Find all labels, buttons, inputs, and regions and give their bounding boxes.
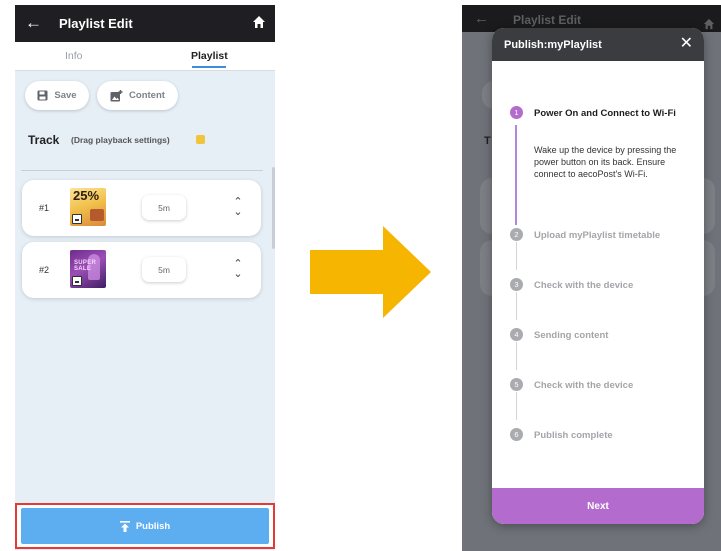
info-badge-icon[interactable]: [196, 135, 205, 144]
back-arrow-icon[interactable]: ←: [25, 13, 42, 33]
background-heading: T: [484, 135, 491, 147]
floppy-disk-icon: [37, 90, 48, 101]
step-number: 4: [510, 328, 523, 341]
publish-dialog: Publish:myPlaylist ✕ 1 Power On and Conn…: [492, 28, 704, 524]
image-type-icon: [72, 214, 82, 224]
divider: [21, 170, 263, 171]
track-row[interactable]: #2 SUPER SALE 5m ⌃ ⌄: [22, 242, 261, 298]
step-description: Wake up the device by pressing the power…: [534, 145, 677, 179]
step-number: 1: [510, 106, 523, 119]
publish-highlight-box: Publish: [15, 503, 275, 549]
add-content-button[interactable]: Content: [97, 81, 178, 110]
step-connector: [516, 242, 517, 270]
tab-info[interactable]: Info: [65, 50, 83, 62]
transition-arrow-icon: [310, 226, 431, 318]
step-label: Check with the device: [534, 280, 634, 291]
app-bar: ← Playlist Edit: [15, 5, 275, 42]
step-number: 3: [510, 278, 523, 291]
tab-playlist[interactable]: Playlist: [191, 50, 228, 62]
close-icon[interactable]: ✕: [680, 35, 693, 53]
track-number: #2: [39, 265, 50, 275]
thumbnail-text: 25%: [73, 188, 100, 203]
thumbnail-graphic: [90, 209, 104, 221]
chevron-up-down-icon[interactable]: ⌃ ⌄: [232, 259, 244, 280]
step-connector: [516, 392, 517, 420]
track-number: #1: [39, 203, 50, 213]
step-label: Check with the device: [534, 380, 634, 391]
track-thumbnail[interactable]: 25%: [70, 188, 106, 226]
step-number: 2: [510, 228, 523, 241]
add-image-icon: [110, 89, 123, 101]
track-row[interactable]: #1 25% 5m ⌃ ⌄: [22, 180, 261, 236]
save-button[interactable]: Save: [25, 81, 89, 110]
publish-button-label: Publish: [135, 520, 171, 532]
step-number: 6: [510, 428, 523, 441]
publish-dialog-screen: ← Playlist Edit T Publish:myPlaylist ✕ 1…: [462, 5, 721, 551]
tab-bar: Info Playlist: [15, 42, 275, 71]
tab-active-indicator: [192, 66, 226, 68]
step-label: Sending content: [534, 330, 609, 341]
publish-button[interactable]: Publish: [21, 508, 269, 544]
home-icon[interactable]: [252, 15, 266, 29]
track-thumbnail[interactable]: SUPER SALE: [70, 250, 106, 288]
chevron-up-down-icon[interactable]: ⌃ ⌄: [232, 197, 244, 218]
step-label: Upload myPlaylist timetable: [534, 230, 661, 241]
upload-icon: [119, 520, 130, 532]
track-hint: (Drag playback settings): [71, 135, 170, 145]
track-heading: Track: [28, 133, 60, 147]
home-icon: [703, 18, 715, 30]
thumbnail-text: SUPER SALE: [74, 260, 97, 272]
dialog-header: Publish:myPlaylist ✕: [492, 28, 704, 61]
step-connector-active: [515, 125, 517, 225]
save-button-label: Save: [54, 90, 77, 101]
page-title: Playlist Edit: [513, 13, 582, 27]
back-arrow-icon: ←: [474, 10, 489, 27]
step-number: 5: [510, 378, 523, 391]
step-label: Power On and Connect to Wi-Fi: [534, 108, 676, 119]
duration-button[interactable]: 5m: [142, 257, 186, 282]
image-type-icon: [72, 276, 82, 286]
step-connector: [516, 342, 517, 370]
duration-button[interactable]: 5m: [142, 195, 186, 220]
playlist-edit-screen: ← Playlist Edit Info Playlist Save Conte…: [15, 5, 275, 550]
scrollbar[interactable]: [272, 167, 275, 249]
next-button[interactable]: Next: [492, 488, 704, 524]
step-connector: [516, 292, 517, 320]
page-title: Playlist Edit: [59, 16, 133, 31]
content-button-label: Content: [129, 90, 165, 101]
dialog-title: Publish:myPlaylist: [504, 39, 602, 51]
step-label: Publish complete: [534, 430, 613, 441]
